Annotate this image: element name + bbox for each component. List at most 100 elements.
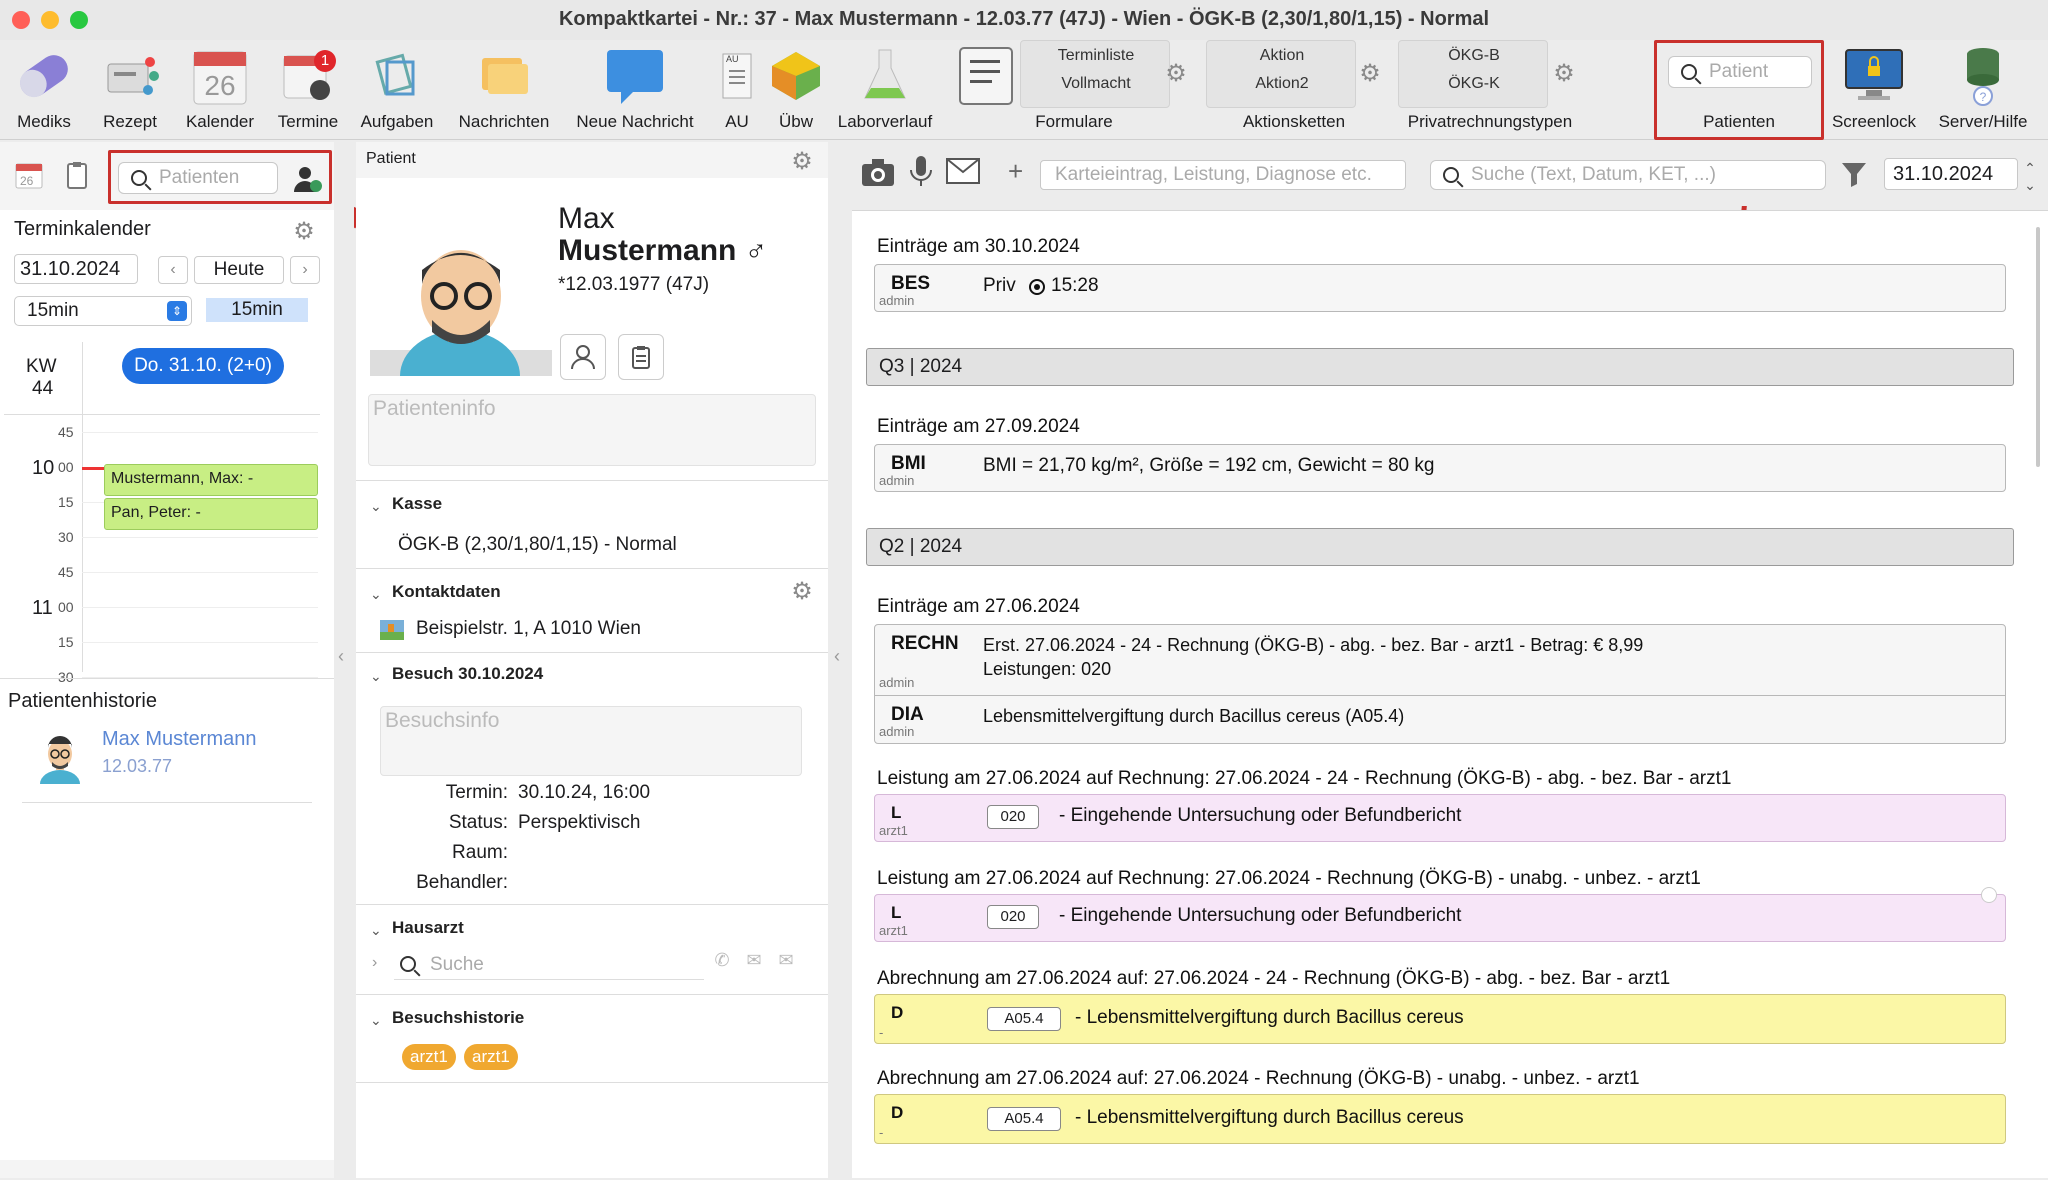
entries-date-header: Einträge am 30.10.2024 <box>877 236 1080 257</box>
add-entry-plus-icon[interactable]: + <box>1008 156 1023 187</box>
interval-select[interactable]: 15min ⇕ <box>14 296 192 326</box>
entries-date-header: Einträge am 27.09.2024 <box>877 416 1080 437</box>
email-icon[interactable]: ✉ <box>740 950 768 978</box>
entry-diagnose-2[interactable]: D - A05.4 - Lebensmittelvergiftung durch… <box>874 1094 2006 1144</box>
hausarzt-search-input[interactable]: Suche <box>394 950 704 980</box>
appointment-mustermann[interactable]: Mustermann, Max: - <box>104 464 318 496</box>
messages-icon <box>482 58 528 94</box>
rezept-button[interactable]: Rezept <box>88 40 172 140</box>
entry-bmi[interactable]: BMI admin BMI = 21,70 kg/m², Größe = 192… <box>874 444 2006 492</box>
patient-last-name: Mustermann ♂ <box>558 234 768 267</box>
aufgaben-button[interactable]: Aufgaben <box>348 40 446 140</box>
appointment-pan[interactable]: Pan, Peter: - <box>104 498 318 530</box>
envelope-outline-icon[interactable]: ✉ <box>772 950 800 978</box>
kontakt-chevron-icon[interactable]: ⌄ <box>370 586 382 603</box>
patient-first-name: Max <box>558 202 615 235</box>
middle-splitter[interactable]: ‹ <box>830 140 850 1180</box>
toolbar-patient-search-input[interactable]: Patient <box>1668 56 1812 88</box>
kontakt-gear-icon[interactable]: ⚙ <box>790 580 814 604</box>
patient-notes-button[interactable] <box>618 334 664 380</box>
terminkalender-gear-icon[interactable]: ⚙ <box>292 220 316 244</box>
aktionsketten-selector[interactable]: Aktion Aktion2 <box>1206 40 1356 108</box>
karte-search-input[interactable]: Suche (Text, Datum, KET, ...) <box>1430 160 1826 190</box>
left-splitter[interactable]: ‹ <box>334 140 354 1180</box>
time-slot-label: 30 <box>0 527 318 547</box>
screenlock-button[interactable]: Screenlock <box>1826 40 1922 140</box>
history-patient-name[interactable]: Max Mustermann <box>102 728 257 751</box>
besuch-chevron-icon[interactable]: ⌄ <box>370 668 382 685</box>
formulare-selector[interactable]: Terminliste Vollmacht <box>1020 40 1170 108</box>
terminkalender-title: Terminkalender <box>14 218 151 240</box>
entry-dia[interactable]: DIA admin Lebensmittelvergiftung durch B… <box>875 696 2005 744</box>
sidebar-patient-search-input[interactable]: Patienten <box>118 162 278 194</box>
today-button[interactable]: Heute <box>194 256 284 284</box>
kasse-chevron-icon[interactable]: ⌄ <box>370 498 382 515</box>
day-pill-button[interactable]: Do. 31.10. (2+0) <box>122 348 284 384</box>
karteieintrag-input[interactable]: Karteieintrag, Leistung, Diagnose etc. <box>1040 160 1406 190</box>
patienteninfo-field[interactable]: Patienteninfo <box>368 394 816 466</box>
privatrechnungstypen-selector[interactable]: ÖKG-B ÖKG-K <box>1398 40 1548 108</box>
laborverlauf-button[interactable]: Laborverlauf <box>826 40 944 140</box>
title-bar: Kompaktkartei - Nr.: 37 - Max Mustermann… <box>0 0 2048 40</box>
prev-day-chevron-icon[interactable]: ‹ <box>158 256 188 284</box>
formulare-gear-icon[interactable]: ⚙ <box>1164 62 1188 86</box>
camera-icon[interactable] <box>860 156 896 188</box>
add-patient-icon[interactable] <box>292 164 322 194</box>
time-slot-label: 15 <box>0 492 318 512</box>
leistung-header: Leistung am 27.06.2024 auf Rechnung: 27.… <box>877 768 1732 789</box>
quarter-header-q2[interactable]: Q2 | 2024 <box>866 528 2014 566</box>
patient-profile-button[interactable] <box>560 334 606 380</box>
mediks-button[interactable]: Mediks <box>0 40 88 140</box>
quarter-header-q3[interactable]: Q3 | 2024 <box>866 348 2014 386</box>
entry-rechn[interactable]: RECHN admin Erst. 27.06.2024 - 24 - Rech… <box>875 625 2005 695</box>
left-sidebar: 26 Patienten Terminkalender ⚙ 31.10.2024… <box>0 142 334 1178</box>
mail-icon[interactable] <box>946 158 980 184</box>
besuchshistorie-chevron-icon[interactable]: ⌄ <box>370 1012 382 1029</box>
entry-leistung-1[interactable]: L arzt1 020 - Eingehende Untersuchung od… <box>874 794 2006 842</box>
clipboard-icon[interactable] <box>62 160 92 190</box>
neue-nachricht-button[interactable]: Neue Nachricht <box>562 40 708 140</box>
select-stepper-icon: ⇕ <box>167 301 187 321</box>
collapse-middle-chevron-icon[interactable]: ‹ <box>834 646 840 667</box>
hausarzt-expand-chevron-icon[interactable]: › <box>372 954 377 972</box>
entry-leistung-2[interactable]: L arzt1 020 - Eingehende Untersuchung od… <box>874 887 2006 942</box>
chat-bubble-icon <box>607 50 663 104</box>
aktionsketten-gear-icon[interactable]: ⚙ <box>1358 62 1382 86</box>
leistung-header: Leistung am 27.06.2024 auf Rechnung: 27.… <box>877 868 1701 889</box>
patient-avatar-small <box>40 736 80 784</box>
minute-label: 00 <box>58 599 74 615</box>
person-icon <box>571 345 595 370</box>
calendar-date-field[interactable]: 31.10.2024 <box>14 254 138 284</box>
entry-handle-dot-icon[interactable] <box>1981 887 1997 903</box>
kalender-button[interactable]: 26 Kalender <box>172 40 268 140</box>
karte-date-field[interactable]: 31.10.2024 <box>1884 158 2018 190</box>
uebw-button[interactable]: Übw <box>766 40 826 140</box>
phone-icon[interactable]: ✆ <box>708 950 736 978</box>
minute-label: 30 <box>58 669 74 685</box>
nachrichten-button[interactable]: Nachrichten <box>446 40 562 140</box>
date-stepper-icon[interactable]: ⌃ ⌄ <box>2020 160 2040 193</box>
next-day-chevron-icon[interactable]: › <box>290 256 320 284</box>
entry-bes[interactable]: BES admin Priv 15:28 <box>874 264 2006 312</box>
hausarzt-chevron-icon[interactable]: ⌄ <box>370 922 382 939</box>
patient-panel-gear-icon[interactable]: ⚙ <box>790 150 814 174</box>
au-button[interactable]: AU AU <box>708 40 766 140</box>
privatrechnungstypen-gear-icon[interactable]: ⚙ <box>1552 62 1576 86</box>
time-column: 45 10 00 15 30 45 11 00 15 30 <box>0 422 318 685</box>
entry-diagnose-1[interactable]: D - A05.4 - Lebensmittelvergiftung durch… <box>874 994 2006 1044</box>
visit-tag[interactable]: arzt1 <box>464 1044 518 1070</box>
time-slot-label: 15 <box>0 632 318 652</box>
karte-scrollbar[interactable] <box>2036 227 2040 467</box>
microphone-icon[interactable] <box>908 154 934 190</box>
besuchsinfo-field[interactable]: Besuchsinfo <box>380 706 802 776</box>
filter-icon[interactable] <box>1840 160 1868 188</box>
visit-tag[interactable]: arzt1 <box>402 1044 456 1070</box>
window-title: Kompaktkartei - Nr.: 37 - Max Mustermann… <box>558 8 1490 30</box>
server-hilfe-button[interactable]: ? Server/Hilfe <box>1922 40 2044 140</box>
entries-date-header: Einträge am 27.06.2024 <box>877 596 1080 617</box>
interval-chip: 15min <box>206 298 308 322</box>
collapse-left-chevron-icon[interactable]: ‹ <box>338 646 344 667</box>
time-slot-label: 11 00 <box>0 597 318 619</box>
termine-button[interactable]: 1 Termine <box>268 40 348 140</box>
forms-icon <box>959 47 1013 105</box>
